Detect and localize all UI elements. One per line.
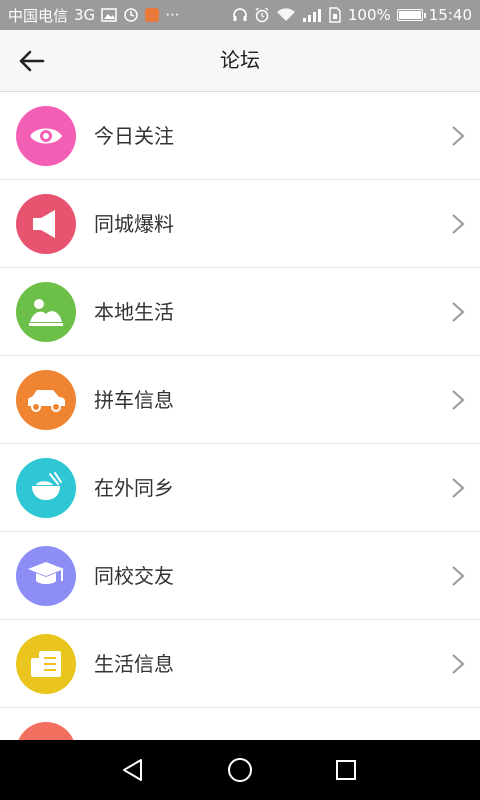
clock-label: 15:40: [428, 6, 472, 24]
signal-icon: [302, 7, 322, 23]
megaphone-icon: [33, 210, 55, 238]
forum-list: 今日关注 同城爆料 本地生活 拼车信息 在外同乡 同校交友 生活信息: [0, 92, 480, 740]
chevron-right-icon: [452, 126, 465, 146]
forum-item-local-life[interactable]: 本地生活: [0, 268, 480, 356]
chevron-right-icon: [452, 566, 465, 586]
item-label: 同城爆料: [94, 212, 174, 236]
status-bar-left: 中国电信 3G ···: [8, 5, 180, 26]
partial-icon: [16, 722, 76, 740]
carrier-label: 中国电信: [8, 6, 69, 25]
nav-back-icon: [123, 759, 142, 781]
forum-item-city-news[interactable]: 同城爆料: [0, 180, 480, 268]
nav-recents-button[interactable]: [326, 752, 366, 788]
app-badge-icon: [145, 8, 160, 22]
forum-item-today-focus[interactable]: 今日关注: [0, 92, 480, 180]
item-label: 在外同乡: [94, 476, 174, 500]
back-arrow-icon: [19, 50, 45, 72]
status-bar-right: 100% 15:40: [232, 6, 472, 24]
chevron-right-icon: [452, 654, 465, 674]
nav-recents-icon: [336, 760, 356, 780]
item-icon-circle: [16, 194, 76, 254]
system-nav-bar: [0, 740, 480, 800]
item-label: 同校交友: [94, 564, 174, 588]
document-icon: [31, 651, 61, 677]
more-notifications-label: ···: [165, 6, 180, 24]
sync-icon: [123, 7, 139, 23]
forum-item-life-info[interactable]: 生活信息: [0, 620, 480, 708]
status-bar: 中国电信 3G ··· 100% 15:40: [0, 0, 480, 30]
item-label: 本地生活: [94, 300, 174, 324]
battery-percent-label: 100%: [347, 6, 391, 24]
forum-item-fellow-townsmen[interactable]: 在外同乡: [0, 444, 480, 532]
network-type-label: 3G: [74, 6, 96, 24]
item-icon-circle: [16, 370, 76, 430]
forum-item-schoolmates[interactable]: 同校交友: [0, 532, 480, 620]
chevron-right-icon: [452, 302, 465, 322]
item-icon-circle: [16, 634, 76, 694]
back-button[interactable]: [14, 45, 48, 77]
header: 论坛: [0, 30, 480, 92]
chevron-right-icon: [452, 478, 465, 498]
item-label: 今日关注: [94, 124, 174, 148]
landscape-icon: [29, 299, 63, 326]
forum-item-partial[interactable]: [0, 708, 480, 740]
item-icon-circle: [16, 106, 76, 166]
headset-icon: [232, 7, 248, 23]
sim-icon: [328, 7, 342, 23]
item-icon-circle: [16, 458, 76, 518]
alarm-icon: [254, 7, 270, 23]
bowl-icon: [32, 472, 62, 500]
nav-home-icon: [228, 758, 252, 782]
wifi-icon: [276, 7, 296, 23]
item-icon-circle: [16, 546, 76, 606]
item-label: 拼车信息: [94, 388, 174, 412]
chevron-right-icon: [452, 390, 465, 410]
eye-icon: [30, 128, 62, 144]
item-label: 生活信息: [94, 652, 174, 676]
image-icon: [101, 8, 117, 22]
car-icon: [28, 390, 65, 412]
battery-icon: [396, 9, 426, 21]
nav-back-button[interactable]: [113, 752, 153, 788]
forum-item-carpool[interactable]: 拼车信息: [0, 356, 480, 444]
graduation-cap-icon: [28, 562, 64, 584]
chevron-right-icon: [452, 214, 465, 234]
page-title: 论坛: [220, 48, 260, 72]
nav-home-button[interactable]: [220, 752, 260, 788]
item-icon-circle: [16, 282, 76, 342]
